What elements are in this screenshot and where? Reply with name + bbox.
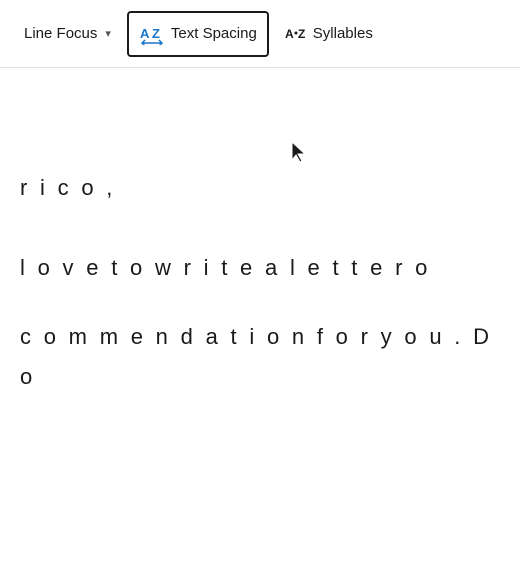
line-focus-label: Line Focus [24,25,97,42]
content-line-2: l o v e t o w r i t e a l e t t e r o [0,248,520,288]
line-focus-button[interactable]: Line Focus ▾ [12,11,123,57]
syllables-label: Syllables [313,25,373,42]
line-focus-chevron-icon: ▾ [105,27,111,40]
svg-text:Z: Z [152,26,160,41]
content-line-1: r i c o , [0,168,520,208]
content-line-3: c o m m e n d a t i o n f o r y o u . D … [0,317,520,396]
text-spacing-label: Text Spacing [171,25,257,42]
text-spacing-icon: A Z [139,23,165,45]
text-spacing-button[interactable]: A Z Text Spacing [127,11,269,57]
syllables-icon: A Z [285,25,307,43]
svg-text:A: A [140,26,150,41]
toolbar: Line Focus ▾ A Z Text Spacing A Z [0,0,520,68]
svg-text:A: A [285,27,294,41]
content-area: r i c o , l o v e t o w r i t e a l e t … [0,68,520,588]
cursor-pointer [290,140,308,169]
svg-text:Z: Z [298,27,305,41]
syllables-button[interactable]: A Z Syllables [273,11,385,57]
